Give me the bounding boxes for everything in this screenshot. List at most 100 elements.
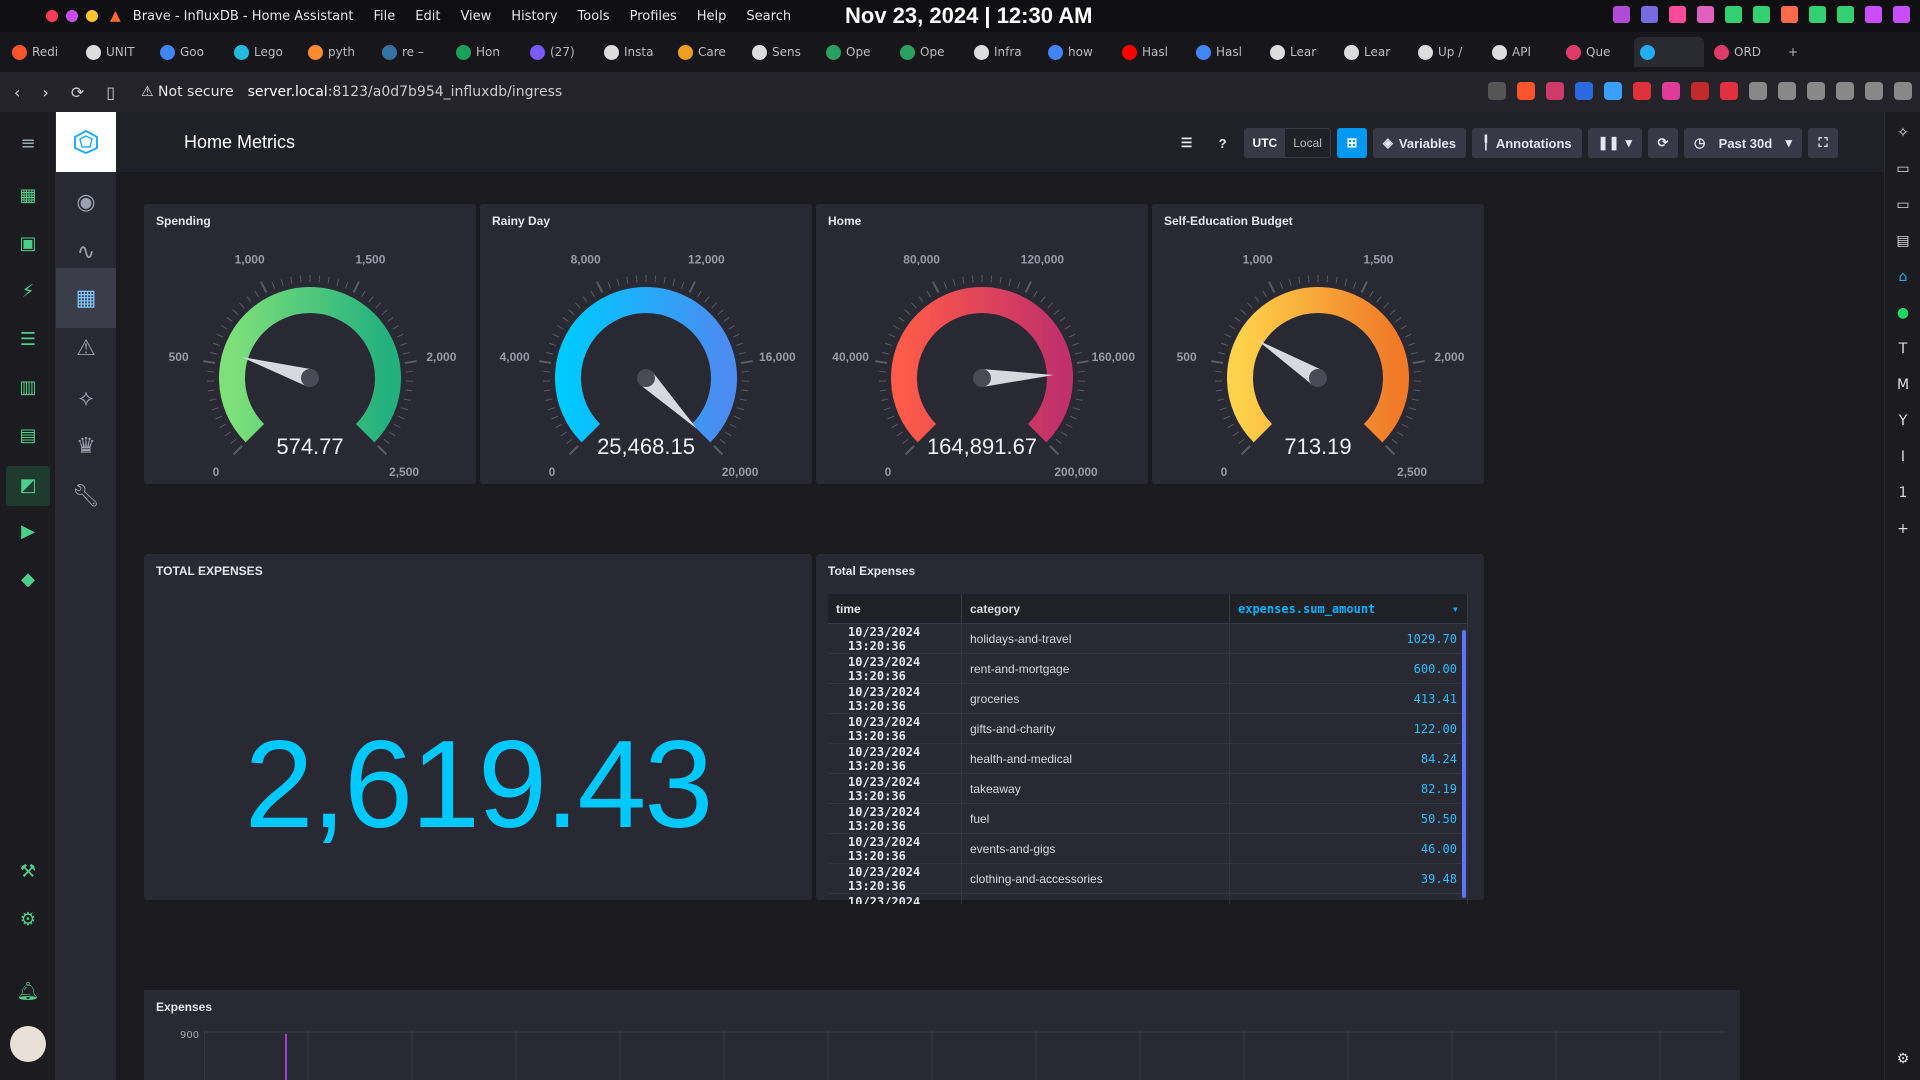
browser-tab[interactable]: Lear xyxy=(1264,37,1334,67)
browser-tab[interactable]: ORD xyxy=(1708,37,1778,67)
gauge-cell-spending[interactable]: Spending 0 500 1,000 1,500 2,000 2,500 574.77 xyxy=(144,204,476,484)
brave-rewards-icon[interactable] xyxy=(1546,82,1564,100)
dashboard-title[interactable]: Home Metrics xyxy=(184,132,295,153)
person-icon[interactable]: ▣ xyxy=(16,232,40,256)
sidebar-toggle-icon[interactable] xyxy=(1807,82,1825,100)
total-expenses-stat-cell[interactable]: TOTAL EXPENSES 2,619.43 xyxy=(144,554,812,900)
tray-chevron-icon[interactable] xyxy=(1865,6,1882,23)
total-expenses-table-cell[interactable]: Total Expenses time category expenses.su… xyxy=(816,554,1484,904)
table-scrollbar[interactable] xyxy=(1462,630,1466,898)
browser-tab[interactable]: Ope xyxy=(820,37,890,67)
table-row[interactable]: 10/23/2024 13:20:36 events-and-gigs 46.00 xyxy=(828,834,1468,864)
browser-tab[interactable]: Up / xyxy=(1412,37,1482,67)
table-row[interactable]: 10/23/2024 13:20:36 gifts-and-charity 122.… xyxy=(828,714,1468,744)
browser-tab[interactable]: Lear xyxy=(1338,37,1408,67)
menu-profiles[interactable]: Profiles xyxy=(630,9,677,24)
hamburger-menu-icon[interactable]: ≡ xyxy=(16,132,40,156)
browser-tab[interactable]: UNIT xyxy=(80,37,150,67)
browser-tab[interactable]: Care xyxy=(672,37,742,67)
minimize-window-button[interactable] xyxy=(66,10,78,22)
menu-file[interactable]: File xyxy=(373,9,395,24)
m-app-icon[interactable]: M xyxy=(1894,376,1912,394)
table-row[interactable]: 10/23/2024 13:20:36 takeaway 82.19 xyxy=(828,774,1468,804)
tray-cpu-icon[interactable] xyxy=(1641,6,1658,23)
bookmark-icon[interactable]: ▯ xyxy=(106,83,115,102)
media-icon[interactable]: ▶ xyxy=(16,520,40,544)
tray-notification-icon[interactable] xyxy=(1613,6,1630,23)
reading-list-icon[interactable]: ▭ xyxy=(1894,160,1912,178)
browser-tab[interactable]: (27) xyxy=(524,37,594,67)
table-row[interactable]: 10/23/2024 13:20:36life-admin39.46 xyxy=(828,894,1468,904)
tray-pause-icon[interactable] xyxy=(1725,6,1742,23)
database-icon[interactable]: ☰ xyxy=(1172,128,1202,158)
download-icon[interactable] xyxy=(1778,82,1796,100)
table-row[interactable]: 10/23/2024 13:20:36 holidays-and-travel 10… xyxy=(828,624,1468,654)
bookmarks-icon[interactable]: ▭ xyxy=(1894,196,1912,214)
browser-tab[interactable]: Lego xyxy=(228,37,298,67)
header-sum-amount[interactable]: expenses.sum_amount ▾ xyxy=(1230,594,1468,623)
notifications-icon[interactable]: 🔔︎ xyxy=(16,980,40,1004)
table-row[interactable]: 10/23/2024 13:20:36 health-and-medical 84.… xyxy=(828,744,1468,774)
annotations-button[interactable]: ╿ Annotations xyxy=(1472,128,1582,158)
table-row[interactable]: 10/23/2024 13:20:36 rent-and-mortgage 600.… xyxy=(828,654,1468,684)
extension-5-icon[interactable] xyxy=(1691,82,1709,100)
extension-1-icon[interactable] xyxy=(1575,82,1593,100)
add-panel-icon[interactable]: + xyxy=(1894,520,1912,538)
browser-tab[interactable]: Insta xyxy=(598,37,668,67)
home-assistant-icon[interactable]: ⌂ xyxy=(1894,268,1912,286)
url-text[interactable]: server.local:8123/a0d7b954_influxdb/ingr… xyxy=(248,84,563,100)
menu-history[interactable]: History xyxy=(511,9,557,24)
tray-volume-icon[interactable] xyxy=(1753,6,1770,23)
autorefresh-pause-button[interactable]: ❚❚ ▾ xyxy=(1587,128,1642,158)
add-cell-icon[interactable]: ⊞ xyxy=(1336,128,1367,158)
header-category[interactable]: category xyxy=(962,594,1230,623)
tray-power-icon[interactable] xyxy=(1893,6,1910,23)
menu-help[interactable]: Help xyxy=(697,9,727,24)
tray-bug-icon[interactable] xyxy=(1781,6,1798,23)
browser-menu-icon[interactable] xyxy=(1894,82,1912,100)
tray-wifi-icon[interactable] xyxy=(1809,6,1826,23)
time-range-dropdown[interactable]: ◷ Past 30d ▾ xyxy=(1684,128,1802,158)
utc-button[interactable]: UTC xyxy=(1244,129,1286,157)
extension-6-icon[interactable] xyxy=(1720,82,1738,100)
forward-icon[interactable]: › xyxy=(42,83,48,102)
logbook-icon[interactable]: ☰ xyxy=(16,328,40,352)
menu-view[interactable]: View xyxy=(460,9,491,24)
tray-ghost-icon[interactable] xyxy=(1669,6,1686,23)
close-window-button[interactable] xyxy=(46,10,58,22)
refresh-icon[interactable]: ⟳ xyxy=(1648,128,1678,158)
share-icon[interactable] xyxy=(1488,82,1506,100)
extension-4-icon[interactable] xyxy=(1662,82,1680,100)
menu-search[interactable]: Search xyxy=(746,9,791,24)
docker-icon[interactable]: ◆ xyxy=(16,568,40,592)
influxdb-logo[interactable] xyxy=(56,112,116,172)
sidebar-settings-icon[interactable]: ⚙ xyxy=(1894,1050,1912,1068)
gauge-cell-self-education[interactable]: Self-Education Budget 0 500 1,000 1,500 2,00… xyxy=(1152,204,1484,484)
browser-tab[interactable]: Sens xyxy=(746,37,816,67)
leo-ai-icon[interactable] xyxy=(1865,82,1883,100)
extension-3-icon[interactable] xyxy=(1633,82,1651,100)
browser-tab[interactable]: Infra xyxy=(968,37,1038,67)
gauge-cell-home[interactable]: Home 0 40,000 80,000 120,000 160,000 200,000 1… xyxy=(816,204,1148,484)
extension-2-icon[interactable] xyxy=(1604,82,1622,100)
y-app-icon[interactable]: Y xyxy=(1894,412,1912,430)
expenses-chart-cell[interactable]: Expenses 900 xyxy=(144,990,1740,1080)
menu-tools[interactable]: Tools xyxy=(578,9,610,24)
browser-tab[interactable] xyxy=(1634,37,1704,67)
extensions-puzzle-icon[interactable] xyxy=(1749,82,1767,100)
tray-calendar-icon[interactable] xyxy=(1697,6,1714,23)
browser-tab[interactable]: how xyxy=(1042,37,1112,67)
address-field[interactable]: ⚠ Not secure server.local:8123/a0d7b954_… xyxy=(141,84,562,100)
energy-icon[interactable]: ⚡ xyxy=(16,280,40,304)
maximize-window-button[interactable] xyxy=(86,10,98,22)
table-row[interactable]: 10/23/2024 13:20:36 clothing-and-accessor… xyxy=(828,864,1468,894)
browser-tab[interactable]: Que xyxy=(1560,37,1630,67)
history-panel-icon[interactable]: ▤ xyxy=(1894,232,1912,250)
browser-tab[interactable]: Goo xyxy=(154,37,224,67)
browser-tab[interactable]: Hasl xyxy=(1190,37,1260,67)
wallet-icon[interactable] xyxy=(1836,82,1854,100)
not-secure-label[interactable]: ⚠ Not secure xyxy=(141,84,234,100)
header-time[interactable]: time xyxy=(828,594,962,623)
leo-icon[interactable]: ✧ xyxy=(1894,124,1912,142)
browser-tab[interactable]: Hasl xyxy=(1116,37,1186,67)
